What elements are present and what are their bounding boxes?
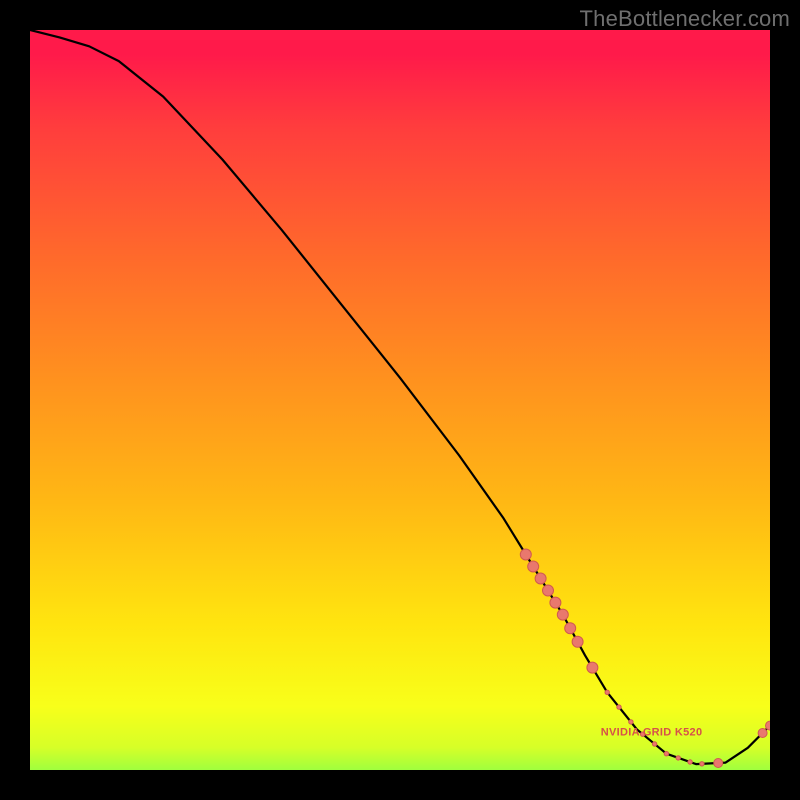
attribution-label: TheBottlenecker.com	[580, 6, 790, 32]
plot-area: NVIDIA GRID K520	[30, 30, 770, 770]
data-point	[565, 623, 576, 634]
data-point	[676, 756, 680, 760]
data-point	[572, 636, 583, 647]
data-point	[766, 721, 771, 730]
data-point	[520, 549, 531, 560]
chart-svg: NVIDIA GRID K520	[30, 30, 770, 770]
data-point	[714, 759, 723, 768]
data-point	[587, 662, 598, 673]
data-point	[550, 597, 561, 608]
data-point	[605, 690, 609, 694]
data-point	[528, 561, 539, 572]
data-point	[617, 705, 621, 709]
data-point	[652, 742, 656, 746]
data-point	[688, 760, 692, 764]
data-point	[664, 752, 668, 756]
data-point	[629, 720, 633, 724]
data-point	[700, 762, 704, 766]
data-point	[543, 585, 554, 596]
data-point	[557, 609, 568, 620]
data-point	[535, 573, 546, 584]
series-annotation: NVIDIA GRID K520	[601, 727, 703, 739]
chart-stage: TheBottlenecker.com NVIDIA GRID K520	[0, 0, 800, 800]
data-point	[758, 729, 767, 738]
bottleneck-curve	[30, 30, 770, 764]
